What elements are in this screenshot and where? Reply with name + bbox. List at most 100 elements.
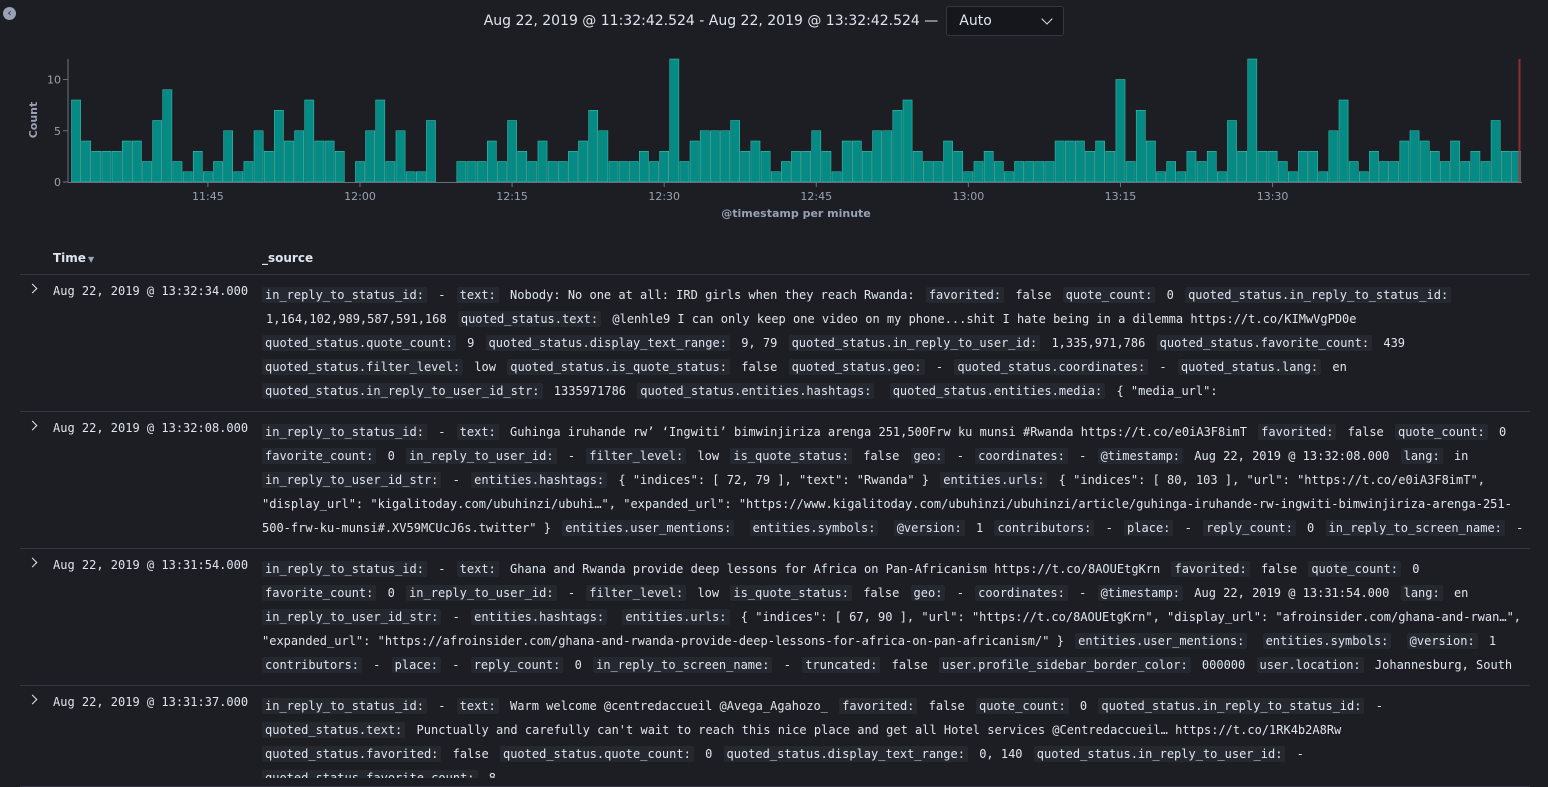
histogram-bar[interactable] xyxy=(476,161,487,183)
histogram-bar[interactable] xyxy=(1034,161,1045,183)
histogram-bar[interactable] xyxy=(892,110,903,183)
histogram-bar[interactable] xyxy=(395,130,406,183)
histogram-bar[interactable] xyxy=(233,171,244,183)
histogram-bar[interactable] xyxy=(973,161,984,183)
histogram-bar[interactable] xyxy=(750,140,761,183)
histogram-bar[interactable] xyxy=(1490,120,1501,183)
histogram-bar[interactable] xyxy=(1156,171,1166,183)
histogram-bar[interactable] xyxy=(192,151,203,183)
interval-select[interactable]: Auto xyxy=(946,6,1065,36)
histogram-bar[interactable] xyxy=(1217,171,1227,183)
histogram-bar[interactable] xyxy=(1298,151,1308,183)
histogram-bar[interactable] xyxy=(649,161,659,183)
histogram-bar[interactable] xyxy=(1328,130,1339,183)
expand-row-icon[interactable] xyxy=(27,694,38,705)
histogram-bar[interactable] xyxy=(983,151,994,183)
table-row[interactable]: Aug 22, 2019 @ 13:32:08.000 in_reply_to_s… xyxy=(20,412,1530,549)
histogram-bar[interactable] xyxy=(1450,140,1460,183)
histogram-chart[interactable]: 0 5 10 11:45 12:00 12:15 12:30 12:45 13:00 13:15 1… xyxy=(0,48,1548,228)
histogram-bar[interactable] xyxy=(872,130,882,183)
histogram-bar[interactable] xyxy=(152,120,163,183)
histogram-bar[interactable] xyxy=(132,140,142,183)
histogram-bar[interactable] xyxy=(223,130,233,183)
histogram-bar[interactable] xyxy=(679,161,690,183)
histogram-bar[interactable] xyxy=(781,161,791,183)
histogram-bar[interactable] xyxy=(1237,151,1247,183)
time-range-label[interactable]: Aug 22, 2019 @ 11:32:42.524 - Aug 22, 20… xyxy=(484,13,939,29)
histogram-bar[interactable] xyxy=(466,161,477,183)
histogram-bar[interactable] xyxy=(801,151,811,183)
histogram-bar[interactable] xyxy=(355,161,365,183)
histogram-bar[interactable] xyxy=(304,99,315,183)
histogram-bar[interactable] xyxy=(324,140,335,183)
histogram-bar[interactable] xyxy=(1399,140,1410,183)
histogram-bar[interactable] xyxy=(71,99,81,183)
histogram-bar[interactable] xyxy=(618,161,629,183)
histogram-bar[interactable] xyxy=(1227,120,1237,183)
histogram-bar[interactable] xyxy=(1500,151,1511,183)
histogram-bar[interactable] xyxy=(811,130,822,183)
histogram-bar[interactable] xyxy=(101,151,112,183)
histogram-bar[interactable] xyxy=(91,151,102,183)
histogram-bar[interactable] xyxy=(1480,161,1491,183)
histogram-bar[interactable] xyxy=(537,140,548,183)
histogram-bar[interactable] xyxy=(1460,161,1471,183)
histogram-bar[interactable] xyxy=(1470,151,1481,183)
histogram-bar[interactable] xyxy=(760,151,771,183)
expand-row-icon[interactable] xyxy=(27,557,38,568)
histogram-bar[interactable] xyxy=(1196,161,1207,183)
histogram-bar[interactable] xyxy=(608,161,619,183)
histogram-bar[interactable] xyxy=(507,120,517,183)
histogram-bar[interactable] xyxy=(831,171,842,183)
histogram-bar[interactable] xyxy=(852,140,862,183)
histogram-bar[interactable] xyxy=(497,161,507,183)
histogram-bar[interactable] xyxy=(162,89,173,183)
histogram-bar[interactable] xyxy=(1044,161,1055,183)
histogram-bar[interactable] xyxy=(253,130,264,183)
histogram-bar[interactable] xyxy=(203,171,213,183)
histogram-bar[interactable] xyxy=(1409,130,1420,183)
histogram-bar[interactable] xyxy=(1105,151,1116,183)
histogram-bar[interactable] xyxy=(1348,161,1359,183)
histogram-bar[interactable] xyxy=(1085,151,1095,183)
histogram-bar[interactable] xyxy=(740,151,751,183)
histogram-bar[interactable] xyxy=(1429,151,1440,183)
histogram-bar[interactable] xyxy=(1166,161,1176,183)
expand-row-icon[interactable] xyxy=(27,420,38,431)
histogram-bar[interactable] xyxy=(416,171,426,183)
histogram-bar[interactable] xyxy=(953,151,964,183)
histogram-bar[interactable] xyxy=(1379,161,1389,183)
histogram-bar[interactable] xyxy=(578,140,588,183)
histogram-bar[interactable] xyxy=(1369,151,1379,183)
histogram-bar[interactable] xyxy=(1206,151,1217,183)
histogram-bar[interactable] xyxy=(1277,161,1288,183)
table-row[interactable]: Aug 22, 2019 @ 13:31:37.000 in_reply_to_s… xyxy=(20,686,1530,787)
histogram-bar[interactable] xyxy=(669,58,680,183)
histogram-bar[interactable] xyxy=(1014,161,1024,183)
histogram-bar[interactable] xyxy=(1125,161,1136,183)
histogram-bar[interactable] xyxy=(1024,161,1035,183)
histogram-bar[interactable] xyxy=(1186,151,1197,183)
histogram-bar[interactable] xyxy=(689,140,700,183)
histogram-bar[interactable] xyxy=(1308,151,1318,183)
histogram-bar[interactable] xyxy=(922,161,933,183)
histogram-bar[interactable] xyxy=(659,151,670,183)
histogram-bar[interactable] xyxy=(213,161,223,183)
histogram-bar[interactable] xyxy=(1004,171,1014,183)
histogram-bar[interactable] xyxy=(821,151,832,183)
histogram-bar[interactable] xyxy=(1288,171,1298,183)
histogram-bar[interactable] xyxy=(1247,58,1258,183)
histogram-bar[interactable] xyxy=(791,151,801,183)
histogram-bar[interactable] xyxy=(294,130,304,183)
histogram-bar[interactable] xyxy=(1054,140,1065,183)
histogram-bar[interactable] xyxy=(1257,151,1268,183)
histogram-bar[interactable] xyxy=(882,130,893,183)
histogram-bar[interactable] xyxy=(274,110,284,183)
histogram-bar[interactable] xyxy=(1075,140,1085,183)
histogram-bar[interactable] xyxy=(730,120,740,183)
histogram-bar[interactable] xyxy=(1419,140,1430,183)
time-column-header[interactable]: Time ▼ xyxy=(53,251,94,265)
histogram-bar[interactable] xyxy=(1318,171,1329,183)
table-row[interactable]: Aug 22, 2019 @ 13:31:54.000 in_reply_to_s… xyxy=(20,549,1530,686)
histogram-bar[interactable] xyxy=(720,130,730,183)
